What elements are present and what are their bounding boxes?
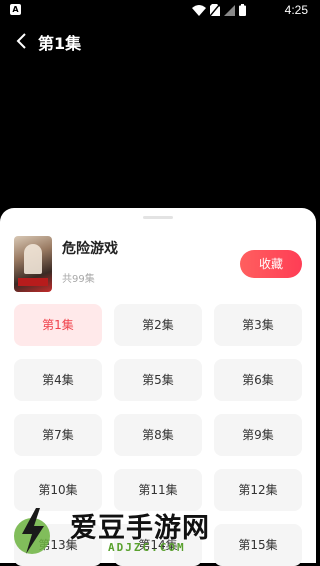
episode-item[interactable]: 第15集 [214, 524, 302, 566]
episode-item[interactable]: 第9集 [214, 414, 302, 456]
signal-icon [224, 4, 235, 16]
back-arrow-icon[interactable] [14, 32, 30, 50]
episode-count: 共99集 [62, 274, 95, 285]
status-bar: A 4:25 [0, 0, 316, 22]
battery-icon [239, 4, 246, 16]
status-time: 4:25 [284, 3, 308, 17]
episode-item[interactable]: 第1集 [14, 304, 102, 346]
book-title: 危险游戏 [62, 241, 118, 257]
episode-item[interactable]: 第5集 [114, 359, 202, 401]
status-icons [192, 4, 246, 16]
episode-item[interactable]: 第10集 [14, 469, 102, 511]
favorite-button[interactable]: 收藏 [240, 250, 302, 278]
episode-item[interactable]: 第14集 [114, 524, 202, 566]
episode-sheet: 危险游戏 共99集 收藏 第1集 第2集 第3集 第4集 第5集 第6集 第7集… [0, 208, 316, 566]
book-cover-image [14, 236, 52, 292]
app-notification-icon: A [10, 4, 21, 15]
episode-item[interactable]: 第7集 [14, 414, 102, 456]
episode-item[interactable]: 第13集 [14, 524, 102, 566]
episode-item[interactable]: 第12集 [214, 469, 302, 511]
sheet-drag-handle[interactable] [143, 216, 173, 219]
episode-item[interactable]: 第2集 [114, 304, 202, 346]
page-title: 第1集 [38, 34, 82, 53]
episode-item[interactable]: 第11集 [114, 469, 202, 511]
episode-item[interactable]: 第8集 [114, 414, 202, 456]
top-bar: 第1集 [0, 26, 316, 56]
episode-item[interactable]: 第6集 [214, 359, 302, 401]
wifi-icon [192, 4, 206, 16]
episode-item[interactable]: 第3集 [214, 304, 302, 346]
no-sim-icon [210, 4, 220, 16]
episode-item[interactable]: 第4集 [14, 359, 102, 401]
